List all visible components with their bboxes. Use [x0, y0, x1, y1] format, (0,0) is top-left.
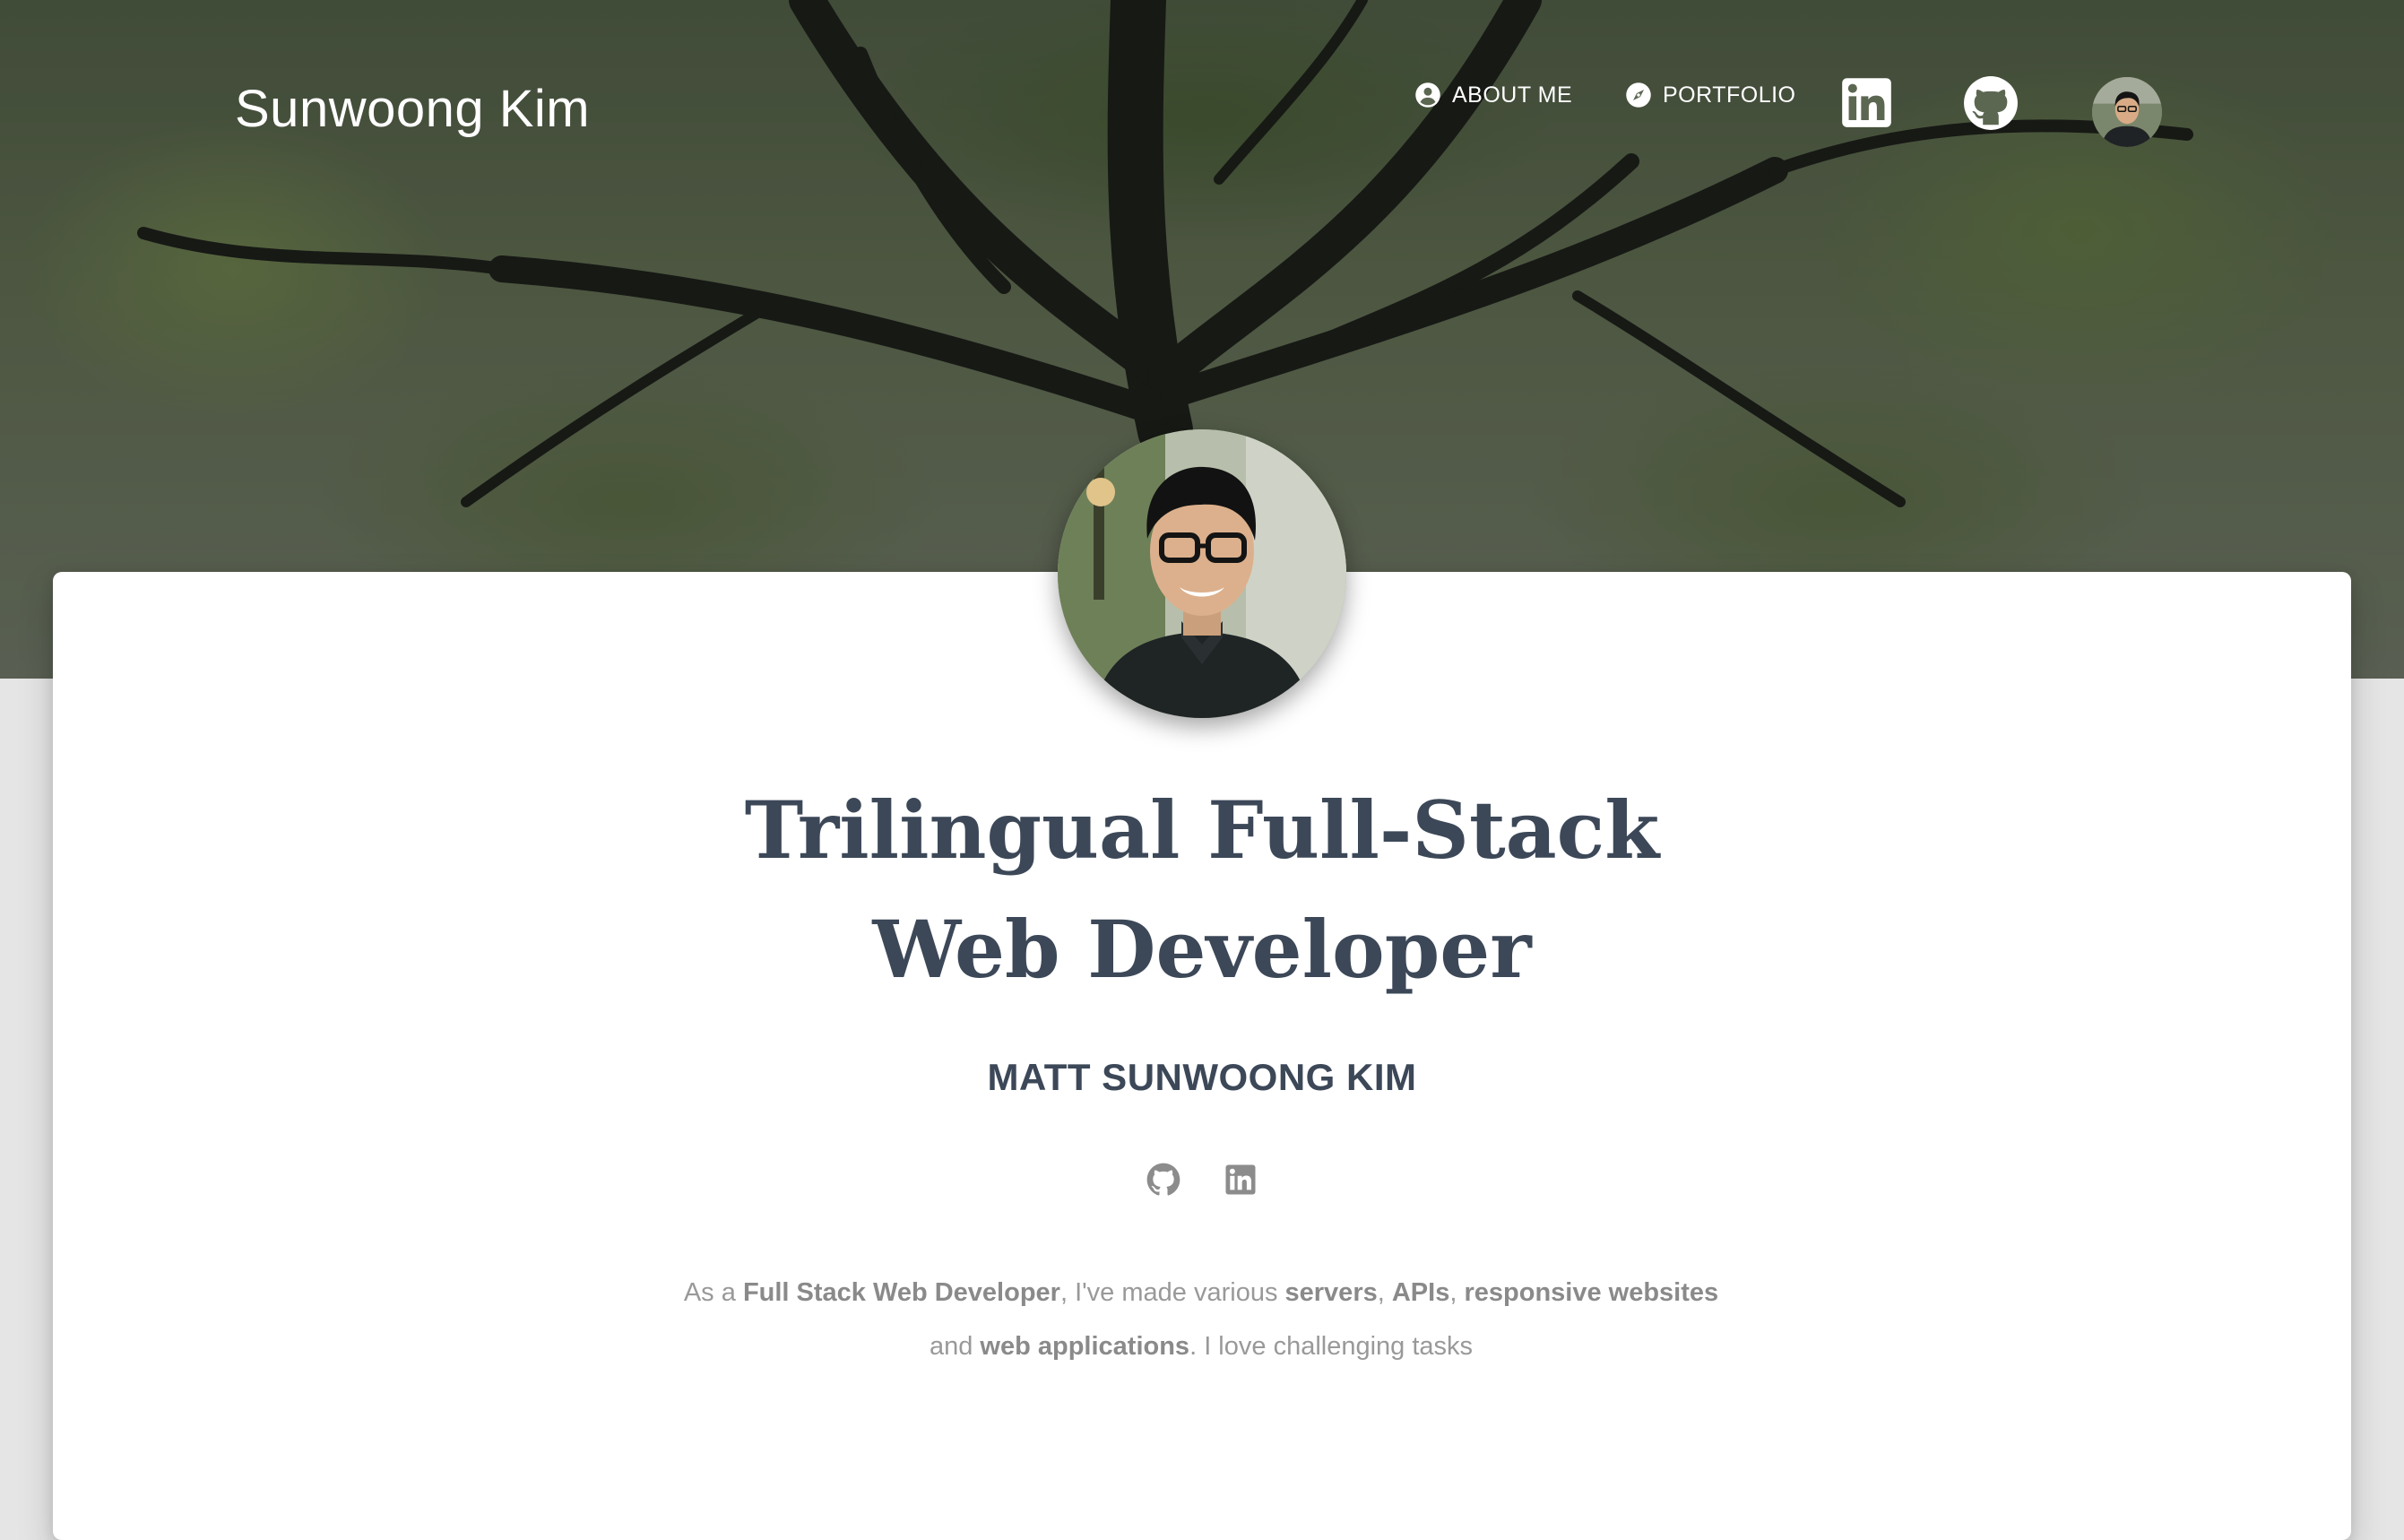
intro-highlight: web applications	[980, 1332, 1190, 1361]
intro-highlight: servers	[1284, 1278, 1378, 1307]
brand-link[interactable]: Sunwoong Kim	[235, 79, 590, 139]
linkedin-icon[interactable]	[1841, 77, 1892, 128]
profile-photo-image	[1058, 429, 1346, 718]
intro-text: ,	[1377, 1278, 1392, 1307]
intro-highlight: APIs	[1391, 1278, 1450, 1307]
title-line-1: Trilingual Full-Stack	[744, 783, 1660, 877]
linkedin-icon[interactable]	[1224, 1164, 1257, 1196]
github-icon[interactable]	[1146, 1162, 1181, 1198]
page-title: Trilingual Full-Stack Web Developer	[0, 771, 2404, 1009]
intro-highlight: responsive websites	[1464, 1278, 1719, 1307]
intro-text: As a	[683, 1278, 743, 1307]
compass-icon	[1626, 82, 1651, 108]
nav-avatar[interactable]	[2092, 77, 2162, 147]
account-circle-icon	[1415, 82, 1440, 108]
nav-about-me[interactable]: ABOUT ME	[1414, 77, 1572, 113]
nav-portfolio[interactable]: PORTFOLIO	[1625, 77, 1796, 113]
intro-text: and	[929, 1332, 981, 1361]
nav-about-label: ABOUT ME	[1452, 82, 1573, 108]
nav-portfolio-label: PORTFOLIO	[1663, 82, 1796, 108]
intro-text: ,	[1449, 1278, 1465, 1307]
profile-name: MATT SUNWOONG KIM	[987, 1056, 1417, 1098]
intro-text: . I love challenging tasks	[1189, 1332, 1474, 1361]
intro-description: As a Full Stack Web Developer, I've made…	[663, 1266, 1739, 1373]
intro-highlight: Full Stack Web Developer	[742, 1278, 1060, 1307]
intro-text: , I've made various	[1059, 1278, 1285, 1307]
avatar-photo	[2092, 77, 2162, 147]
github-icon[interactable]	[1963, 75, 2019, 131]
title-line-2: Web Developer	[872, 903, 1532, 996]
profile-photo	[1058, 429, 1346, 718]
